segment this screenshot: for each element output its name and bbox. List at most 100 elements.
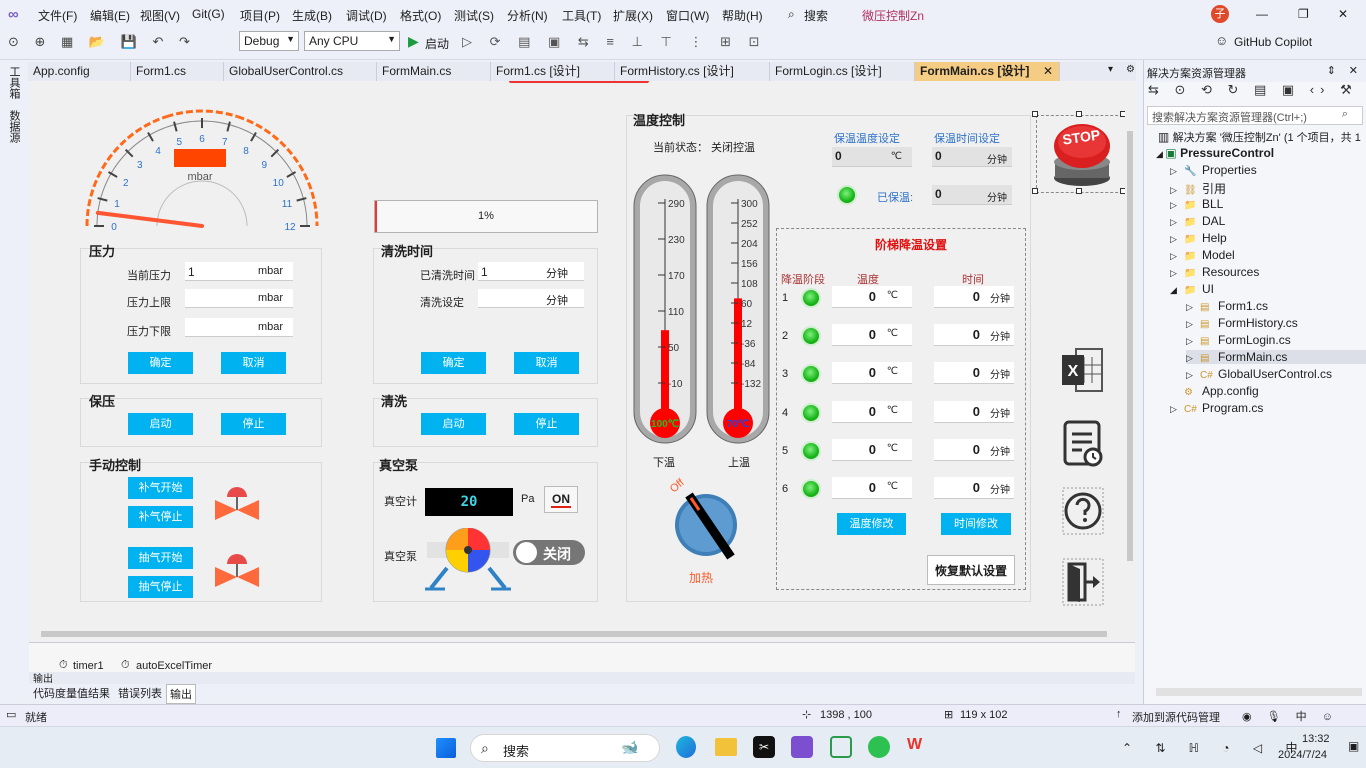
- menu-tools[interactable]: 工具(T): [562, 7, 601, 24]
- tab-output[interactable]: 输出: [166, 684, 196, 704]
- tree-item[interactable]: ▷ 📁 Resources: [1170, 265, 1259, 279]
- maximize-icon[interactable]: ❐: [1298, 7, 1309, 21]
- step-time-field[interactable]: 0 分钟: [934, 324, 1014, 347]
- taskbar-search[interactable]: ⌕ 搜索 🐋: [470, 734, 660, 762]
- tree-item[interactable]: ▷ ▤ Form1.cs: [1186, 299, 1268, 313]
- step-time-field[interactable]: 0 分钟: [934, 438, 1014, 461]
- close-icon[interactable]: ✕: [1338, 7, 1348, 21]
- search-icon[interactable]: ⌕: [788, 7, 795, 22]
- menu-search[interactable]: 搜索: [804, 7, 828, 24]
- history-report-icon[interactable]: [1062, 420, 1104, 468]
- stop-button-frame[interactable]: STOP: [1036, 115, 1128, 193]
- menu-test[interactable]: 测试(S): [454, 7, 494, 24]
- resize-handle[interactable]: [1032, 111, 1038, 117]
- notification-icon[interactable]: ▣: [1348, 739, 1359, 753]
- wps-icon[interactable]: W: [907, 736, 929, 758]
- tab-form1[interactable]: Form1.cs: [131, 62, 224, 81]
- menu-edit[interactable]: 编辑(E): [90, 7, 130, 24]
- tree-item[interactable]: ⚙ App.config: [1170, 384, 1259, 398]
- tab-formhistory-design[interactable]: FormHistory.cs [设计]: [615, 62, 770, 81]
- lower-pressure-field[interactable]: mbar: [185, 318, 293, 337]
- clock-time[interactable]: 13:32: [1302, 733, 1330, 745]
- tab-app-config[interactable]: App.config: [28, 62, 131, 81]
- excel-export-icon[interactable]: X: [1062, 347, 1104, 393]
- copilot-button[interactable]: GitHub Copilot: [1234, 35, 1312, 49]
- tree-item[interactable]: ▷ 🔧 Properties: [1170, 163, 1257, 177]
- resize-handle[interactable]: [1076, 111, 1082, 117]
- elapsed-clean-field[interactable]: 1 分钟: [478, 262, 584, 281]
- fill-stop-button[interactable]: 补气停止: [128, 506, 193, 528]
- tab-error-list[interactable]: 错误列表: [118, 685, 162, 701]
- scroll-thumb[interactable]: [1127, 131, 1133, 561]
- play-icon[interactable]: ▶: [408, 33, 419, 50]
- vacuum-toggle[interactable]: 关闭: [513, 540, 585, 565]
- tab-formlogin-design[interactable]: FormLogin.cs [设计]: [770, 62, 915, 81]
- current-pressure-field[interactable]: 1 mbar: [185, 262, 293, 281]
- vertical-scrollbar[interactable]: [1125, 81, 1135, 621]
- resize-handle[interactable]: [1032, 188, 1038, 194]
- tree-item[interactable]: ▷ C# Program.cs: [1170, 401, 1263, 415]
- tree-item[interactable]: ▷ ▤ FormLogin.cs: [1186, 333, 1291, 347]
- capcut-icon[interactable]: ✂: [753, 736, 775, 758]
- menu-git[interactable]: Git(G): [192, 7, 225, 21]
- toolbar-icons-mid[interactable]: ▷ ⟳ ▤ ▣ ⇆ ≡ ⊥ ⊤ ⋮ ⊞ ⊡: [462, 34, 767, 50]
- clean-set-field[interactable]: 分钟: [478, 289, 584, 308]
- vacuum-on-button[interactable]: ON: [544, 486, 578, 513]
- start-button[interactable]: 启动: [425, 35, 449, 52]
- tree-item[interactable]: ▷ ▤ FormHistory.cs: [1186, 316, 1298, 330]
- menu-file[interactable]: 文件(F): [38, 7, 77, 24]
- tab-formmain[interactable]: FormMain.cs: [377, 62, 491, 81]
- step-temp-field[interactable]: 0 ℃: [832, 362, 912, 385]
- temp-modify-button[interactable]: 温度修改: [837, 513, 906, 535]
- pump-stop-button[interactable]: 抽气停止: [128, 576, 193, 598]
- copilot-icon[interactable]: ☺: [1215, 33, 1228, 48]
- tree-item[interactable]: ▷ 📁 DAL: [1170, 214, 1225, 228]
- hold-start-button[interactable]: 启动: [128, 413, 193, 435]
- project-node[interactable]: ◢ ▣ PressureControl: [1156, 146, 1274, 160]
- step-temp-field[interactable]: 0 ℃: [832, 286, 912, 308]
- step-time-field[interactable]: 0 分钟: [934, 400, 1014, 423]
- menu-format[interactable]: 格式(O): [400, 7, 441, 24]
- tab-form1-design[interactable]: Form1.cs [设计]: [491, 62, 615, 81]
- step-time-field[interactable]: 0 分钟: [934, 362, 1014, 385]
- visual-studio-icon[interactable]: [791, 736, 813, 758]
- timer1-component[interactable]: timer1: [73, 660, 104, 672]
- clean-ok-button[interactable]: 确定: [421, 352, 486, 374]
- menu-help[interactable]: 帮助(H): [722, 7, 763, 24]
- hold-time-field[interactable]: 0 分钟: [932, 147, 1012, 167]
- tab-globalusercontrol[interactable]: GlobalUserControl.cs: [224, 62, 377, 81]
- close-tab-icon[interactable]: ✕: [1043, 62, 1053, 81]
- fill-start-button[interactable]: 补气开始: [128, 477, 193, 499]
- tab-formmain-design[interactable]: FormMain.cs [设计] ✕: [915, 62, 1060, 81]
- explorer-scrollbar[interactable]: [1156, 688, 1362, 696]
- exit-icon[interactable]: [1062, 558, 1104, 606]
- config-select[interactable]: Debug ▼: [239, 31, 299, 51]
- settings-icon[interactable]: ⚙: [1126, 64, 1135, 75]
- tree-item[interactable]: ▷ 📁 Help: [1170, 231, 1227, 245]
- pressure-cancel-button[interactable]: 取消: [221, 352, 286, 374]
- solution-node[interactable]: ▥ 解决方案 '微压控制Zn' (1 个项目，共 1: [1158, 129, 1361, 145]
- timer2-component[interactable]: autoExcelTimer: [136, 660, 212, 672]
- clean-start-button[interactable]: 启动: [421, 413, 486, 435]
- help-icon[interactable]: [1062, 487, 1104, 535]
- tree-item[interactable]: ▷ ⛓ 引用: [1170, 180, 1226, 197]
- step-temp-field[interactable]: 0 ℃: [832, 477, 912, 499]
- toolbox-tab[interactable]: 工具箱: [6, 66, 22, 99]
- tree-item[interactable]: ▷ 📁 Model: [1170, 248, 1235, 262]
- avatar[interactable]: 子: [1211, 5, 1229, 23]
- menu-project[interactable]: 项目(P): [240, 7, 280, 24]
- wechat-icon[interactable]: [868, 736, 890, 758]
- explorer-search-input[interactable]: 搜索解决方案资源管理器(Ctrl+;) ⌕: [1147, 106, 1363, 125]
- tab-code-metrics[interactable]: 代码度量值结果: [33, 685, 110, 701]
- step-temp-field[interactable]: 0 ℃: [832, 400, 912, 423]
- tree-item[interactable]: ▷ ▤ FormMain.cs: [1186, 350, 1366, 364]
- reset-defaults-button[interactable]: 恢复默认设置: [927, 555, 1015, 585]
- stop-button-icon[interactable]: STOP: [1037, 116, 1129, 194]
- resize-handle[interactable]: [1076, 188, 1082, 194]
- pin-icon[interactable]: ⇕: [1327, 64, 1336, 77]
- scroll-thumb[interactable]: [41, 631, 1107, 637]
- datasource-tab[interactable]: 数据源: [6, 110, 22, 143]
- toolbar-icons-left[interactable]: ⊙ ⊕ ▦ 📂 💾 ↶ ↷: [8, 34, 196, 50]
- step-time-field[interactable]: 0 分钟: [934, 286, 1014, 308]
- upper-pressure-field[interactable]: mbar: [185, 289, 293, 308]
